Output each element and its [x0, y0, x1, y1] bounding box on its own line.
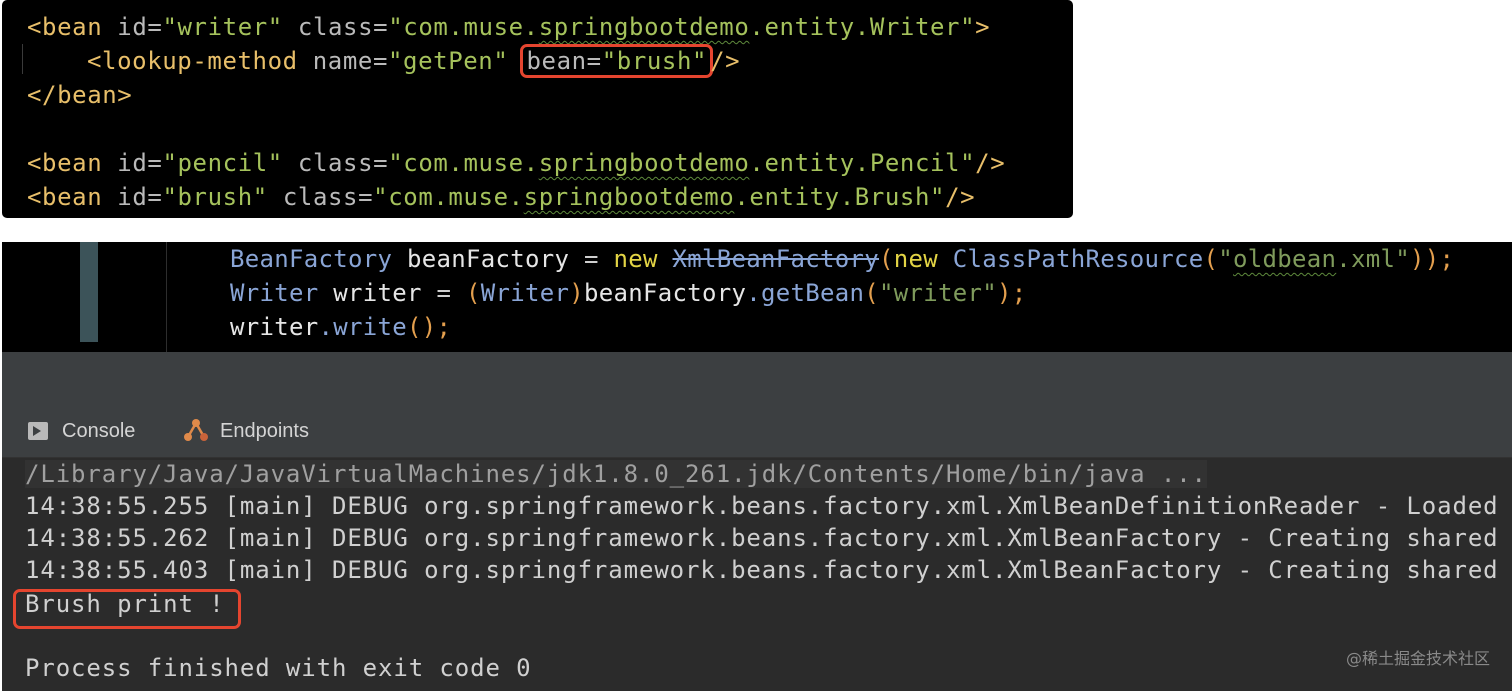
java-line-2: Writer writer = (Writer)beanFactory.getB…: [230, 279, 1027, 307]
console-line: 14:38:55.262 [main] DEBUG org.springfram…: [25, 524, 1512, 552]
brush-print-highlight: [13, 589, 241, 629]
bean-brush-highlight: bean="brush": [520, 44, 714, 78]
console-line: /Library/Java/JavaVirtualMachines/jdk1.8…: [25, 460, 1207, 488]
xml-line-5: <bean id="brush" class="com.muse.springb…: [27, 183, 976, 211]
java-line-1: BeanFactory beanFactory = new XmlBeanFac…: [230, 245, 1455, 273]
tab-endpoints-label: Endpoints: [220, 419, 309, 442]
xml-line-3: </bean>: [27, 81, 133, 109]
tab-endpoints[interactable]: Endpoints: [182, 405, 309, 457]
xml-line-1: <bean id="writer" class="com.muse.spring…: [27, 13, 991, 41]
console-line: 14:38:55.403 [main] DEBUG org.springfram…: [25, 556, 1512, 584]
tab-console[interactable]: Console: [28, 405, 135, 457]
xml-editor-panel: <bean id="writer" class="com.muse.spring…: [2, 0, 1073, 218]
console-output[interactable]: /Library/Java/JavaVirtualMachines/jdk1.8…: [2, 458, 1512, 691]
indent-guide: [22, 44, 23, 74]
watermark: @稀土掘金技术社区: [1345, 649, 1490, 668]
xml-line-2: <lookup-method name="getPen" bean="brush…: [87, 44, 740, 78]
editor-bottom-area: [2, 352, 1512, 406]
tab-console-label: Console: [62, 419, 136, 442]
xml-line-4: <bean id="pencil" class="com.muse.spring…: [27, 149, 1006, 177]
console-icon: [28, 422, 48, 440]
endpoints-icon: [182, 418, 210, 444]
gutter-change-marker: [80, 242, 98, 342]
java-line-3: writer.write();: [230, 313, 452, 341]
gutter-divider: [166, 242, 167, 352]
console-line: 14:38:55.255 [main] DEBUG org.springfram…: [25, 492, 1512, 520]
console-line-exit: Process finished with exit code 0: [25, 654, 532, 682]
java-editor-panel: BeanFactory beanFactory = new XmlBeanFac…: [2, 242, 1512, 352]
tool-window-tabbar: Console Endpoints: [2, 405, 1512, 458]
